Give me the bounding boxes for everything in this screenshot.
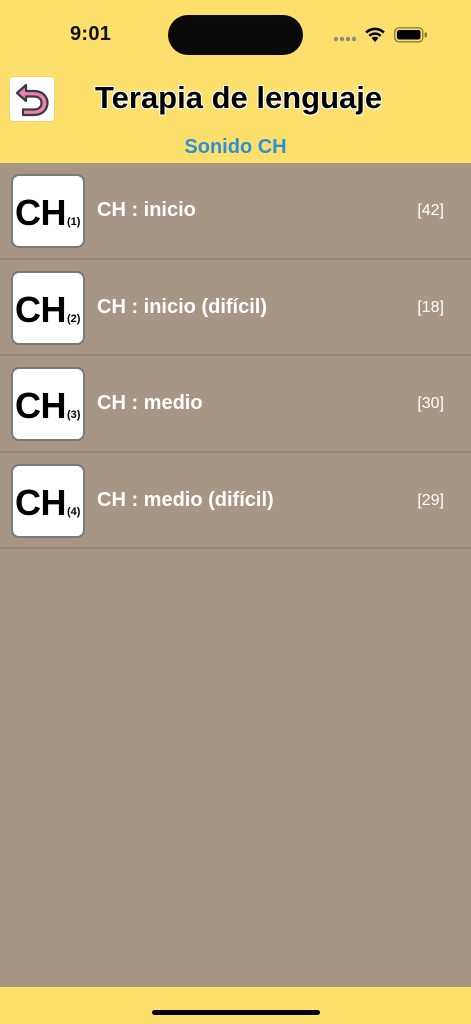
back-button[interactable] — [10, 77, 54, 121]
status-bar: 9:01 — [0, 0, 471, 70]
list-item-label: CH : inicio (difícil) — [97, 295, 267, 318]
list-item[interactable]: CH (3) CH : medio [30] — [0, 356, 471, 453]
page-title: Terapia de lenguaje — [95, 80, 383, 115]
badge-number: (2) — [67, 312, 81, 325]
list-item-count: [30] — [417, 395, 444, 412]
sound-badge: CH (2) — [11, 270, 85, 345]
dynamic-island — [168, 15, 303, 55]
sound-badge: CH (1) — [11, 174, 85, 248]
page-subtitle: Sonido CH — [184, 136, 287, 158]
list-item-count: [18] — [417, 298, 444, 316]
cellular-signal-icon — [333, 36, 357, 42]
sound-badge: CH (4) — [11, 463, 85, 538]
list-item-label: CH : medio — [97, 392, 203, 414]
badge-number: (4) — [67, 505, 81, 518]
badge-text: CH — [15, 192, 67, 233]
sound-badge: CH (3) — [11, 367, 85, 441]
status-time: 9:01 — [70, 23, 112, 45]
battery-icon — [394, 27, 427, 43]
list-item-count: [42] — [417, 202, 444, 219]
list-item-label: CH : medio (difícil) — [97, 488, 274, 511]
list-item[interactable]: CH (2) CH : inicio (difícil) [18] — [0, 260, 471, 356]
sound-list: CH (1) CH : inicio [42] CH (2) CH : inic… — [0, 163, 471, 549]
badge-number: (3) — [67, 409, 81, 421]
badge-text: CH — [15, 481, 67, 523]
list-item[interactable]: CH (1) CH : inicio [42] — [0, 163, 471, 260]
undo-arrow-icon — [15, 83, 49, 117]
list-item[interactable]: CH (4) CH : medio (difícil) [29] — [0, 453, 471, 549]
bottom-bar — [0, 987, 471, 1024]
badge-number: (1) — [67, 216, 81, 228]
badge-text: CH — [15, 385, 67, 426]
wifi-icon — [365, 27, 385, 42]
list-item-count: [29] — [417, 491, 444, 509]
list-item-label: CH : inicio — [97, 199, 196, 221]
badge-text: CH — [15, 288, 67, 330]
header-bar: 9:01 Terapia de lenguaje Sonido CH — [0, 0, 471, 163]
home-indicator[interactable] — [152, 1010, 320, 1015]
